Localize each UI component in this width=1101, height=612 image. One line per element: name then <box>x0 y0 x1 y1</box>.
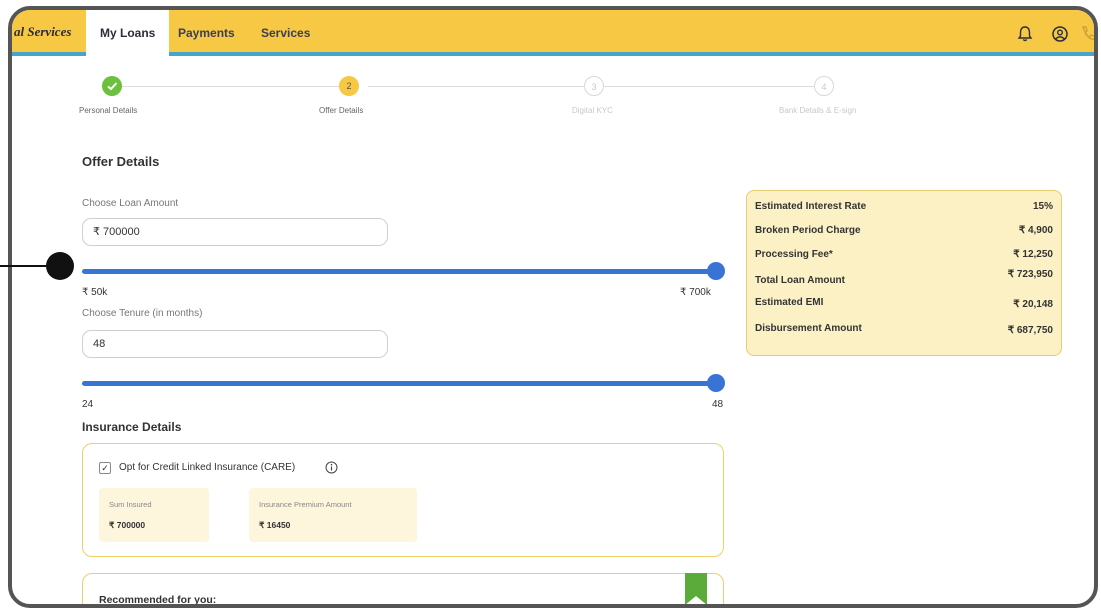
summary-row: Broken Period Charge ₹ 4,900 <box>755 219 1053 243</box>
summary-row-label: Estimated EMI <box>755 297 824 308</box>
offer-details-title: Offer Details <box>82 154 160 169</box>
summary-row-value: 15% <box>1032 201 1053 212</box>
check-icon <box>102 82 122 98</box>
insurance-card: ✓ Opt for Credit Linked Insurance (CARE)… <box>82 443 724 557</box>
insurance-opt-label: Opt for Credit Linked Insurance (CARE) <box>119 462 296 473</box>
loan-amount-slider-thumb[interactable] <box>707 262 725 280</box>
user-circle-icon[interactable] <box>1050 24 1070 44</box>
recommended-title: Recommended for you: <box>99 594 217 606</box>
sum-insured-value: ₹ 700000 <box>109 520 146 530</box>
loan-summary-card: Estimated Interest Rate 15% Broken Perio… <box>746 190 1062 356</box>
top-navigation-bar: al Services My Loans Payments Services <box>12 10 1094 56</box>
insurance-opt-checkbox[interactable]: ✓ <box>99 462 111 474</box>
phone-icon[interactable] <box>1078 24 1094 44</box>
sum-insured-label: Sum Insured <box>109 500 152 509</box>
summary-row: Processing Fee* ₹ 12,250 <box>755 243 1053 267</box>
step-3-label: Digital KYC <box>572 106 613 115</box>
recommended-card: Recommended for you: <box>82 573 724 606</box>
tenure-slider-track[interactable] <box>82 381 716 386</box>
step-1-completed <box>102 76 122 96</box>
loan-amount-slider-track[interactable] <box>82 269 716 274</box>
step-2-label: Offer Details <box>319 106 364 115</box>
summary-row: Estimated EMI ₹ 20,148 <box>755 291 1053 315</box>
summary-row-value: ₹ 20,148 <box>1013 299 1053 310</box>
loan-amount-min-label: ₹ 50k <box>82 287 108 298</box>
summary-row: Total Loan Amount ₹ 723,950 <box>755 265 1053 289</box>
summary-row: Disbursement Amount ₹ 687,750 <box>755 317 1053 341</box>
summary-row-value: ₹ 687,750 <box>1007 325 1053 336</box>
stepper-connector <box>112 86 348 87</box>
step-2-active: 2 <box>339 76 359 96</box>
info-icon[interactable] <box>325 461 338 479</box>
loan-amount-input[interactable]: ₹ 700000 <box>82 218 388 246</box>
tenure-min-label: 24 <box>82 399 94 410</box>
callout-pointer-dot <box>46 252 74 280</box>
loan-amount-max-label: ₹ 700k <box>680 287 711 298</box>
premium-box: Insurance Premium Amount ₹ 16450 <box>249 488 417 542</box>
summary-row-label: Disbursement Amount <box>755 323 862 334</box>
insurance-details-title: Insurance Details <box>82 420 182 434</box>
summary-row-label: Broken Period Charge <box>755 225 861 236</box>
summary-row-value: ₹ 12,250 <box>1013 249 1053 260</box>
tenure-label: Choose Tenure (in months) <box>82 308 203 319</box>
tenure-max-label: 48 <box>712 399 724 410</box>
bookmark-icon <box>685 573 707 604</box>
premium-value: ₹ 16450 <box>259 520 291 530</box>
stepper-connector <box>368 86 584 87</box>
brand-name: al Services <box>14 24 72 39</box>
summary-row-value: ₹ 4,900 <box>1018 225 1053 236</box>
step-4-pending: 4 <box>814 76 834 96</box>
tab-my-loans[interactable]: My Loans <box>86 10 170 56</box>
step-3-pending: 3 <box>584 76 604 96</box>
summary-row-label: Total Loan Amount <box>755 275 845 286</box>
summary-row: Estimated Interest Rate 15% <box>755 195 1053 219</box>
summary-row-label: Processing Fee* <box>755 249 833 260</box>
summary-row-value: ₹ 723,950 <box>1007 269 1053 280</box>
check-icon: ✓ <box>101 463 109 473</box>
tenure-slider-thumb[interactable] <box>707 374 725 392</box>
device-frame: al Services My Loans Payments Services 2… <box>8 6 1098 608</box>
stepper-connector <box>604 86 816 87</box>
tab-services[interactable]: Services <box>247 10 324 56</box>
premium-label: Insurance Premium Amount <box>259 500 352 509</box>
tab-payments[interactable]: Payments <box>164 10 249 56</box>
bell-icon[interactable] <box>1015 24 1035 44</box>
step-1-label: Personal Details <box>79 106 138 115</box>
loan-amount-label: Choose Loan Amount <box>82 198 179 209</box>
tenure-input[interactable]: 48 <box>82 330 388 358</box>
summary-row-label: Estimated Interest Rate <box>755 201 867 212</box>
step-4-label: Bank Details & E-sign <box>779 106 857 115</box>
sum-insured-box: Sum Insured ₹ 700000 <box>99 488 209 542</box>
